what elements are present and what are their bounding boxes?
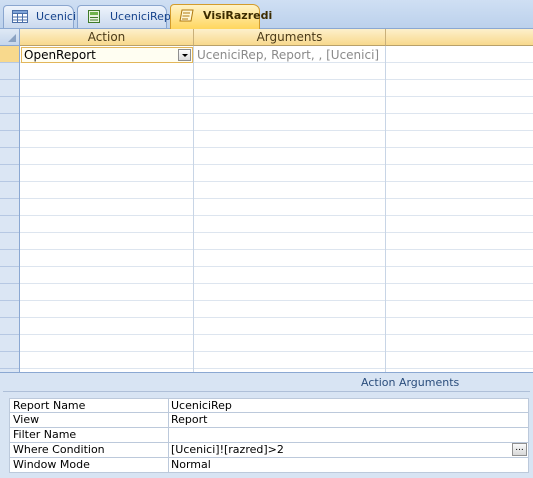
table-icon — [12, 10, 28, 23]
pane-title: Action Arguments — [361, 376, 460, 389]
row-selector-column[interactable] — [0, 46, 20, 372]
macro-icon — [179, 9, 194, 22]
dropdown-arrow-icon[interactable] — [178, 49, 191, 61]
property-label: Report Name — [9, 398, 168, 413]
property-row-window-mode: Window Mode Normal — [9, 458, 529, 473]
tab-label: VisiRazredi — [203, 9, 273, 22]
column-divider — [385, 46, 386, 372]
report-icon — [88, 10, 100, 23]
property-label: View — [9, 413, 168, 428]
column-header-blank — [386, 29, 533, 46]
property-row-filter-name: Filter Name — [9, 428, 529, 443]
column-header-action[interactable]: Action — [20, 29, 194, 46]
document-tab-bar: Ucenici UceniciRep VisiRazredi — [0, 0, 533, 29]
property-row-where-condition: Where Condition [Ucenici]![razred]>2 ... — [9, 443, 529, 458]
tab-ucenicirep[interactable]: UceniciRep — [77, 5, 171, 28]
report-name-field[interactable]: UceniciRep — [168, 398, 529, 413]
property-row-view: View Report — [9, 413, 529, 428]
tab-ucenici[interactable]: Ucenici — [3, 5, 76, 28]
column-divider — [193, 46, 194, 372]
action-cell[interactable]: OpenReport — [21, 47, 193, 63]
view-field[interactable]: Report — [168, 413, 529, 428]
property-list: Report Name UceniciRep View Report Filte… — [9, 398, 529, 473]
property-label: Window Mode — [9, 458, 168, 473]
tab-label: Ucenici — [36, 10, 76, 23]
where-condition-value: [Ucenici]![razred]>2 — [171, 443, 284, 456]
current-row-selector[interactable] — [0, 46, 19, 62]
window-mode-field[interactable]: Normal — [168, 458, 529, 473]
action-arguments-pane: Action Arguments Report Name UceniciRep … — [0, 372, 533, 478]
expression-builder-button[interactable]: ... — [512, 443, 527, 456]
arguments-cell: UceniciRep, Report, , [Ucenici] — [197, 48, 380, 62]
filter-name-field[interactable] — [168, 428, 529, 443]
grid-rows[interactable] — [20, 46, 533, 372]
property-label: Filter Name — [9, 428, 168, 443]
select-all-corner[interactable] — [0, 29, 20, 46]
column-header-arguments[interactable]: Arguments — [194, 29, 386, 46]
where-condition-field[interactable]: [Ucenici]![razred]>2 ... — [168, 443, 529, 458]
macro-grid: Action Arguments OpenReport UceniciRep, … — [0, 29, 533, 372]
tab-visirazredi[interactable]: VisiRazredi — [170, 4, 272, 29]
property-label: Where Condition — [9, 443, 168, 458]
property-row-report-name: Report Name UceniciRep — [9, 398, 529, 413]
divider — [3, 391, 530, 392]
action-value: OpenReport — [24, 48, 96, 62]
tab-label: UceniciRep — [110, 10, 171, 23]
